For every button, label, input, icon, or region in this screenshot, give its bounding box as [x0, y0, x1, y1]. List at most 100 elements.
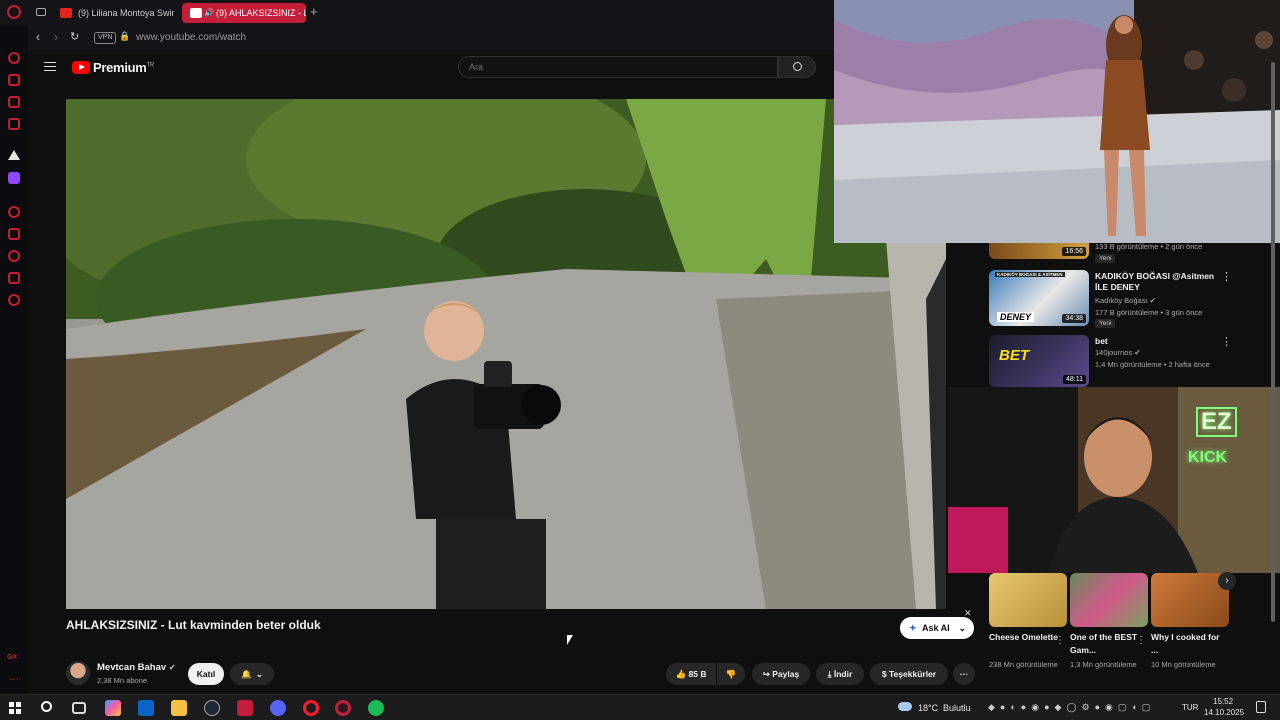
- crypto-wallet-icon[interactable]: [8, 74, 20, 86]
- thumbnail-header: KADIKÖY BOĞASI & ASİTMEN: [995, 272, 1065, 277]
- thumbs-up-icon: 👍: [675, 669, 687, 679]
- video-thumbnail[interactable]: BET 48:11: [989, 335, 1089, 387]
- player-icon[interactable]: [8, 206, 20, 218]
- settings-gear-icon[interactable]: [8, 294, 20, 306]
- pinboard-icon[interactable]: [8, 228, 20, 240]
- weather-temp[interactable]: 18°C: [918, 703, 938, 713]
- channel-avatar[interactable]: [66, 661, 90, 685]
- runway-stream-overlay: [834, 0, 1280, 243]
- share-button[interactable]: ↪ Paylaş: [752, 663, 810, 685]
- start-windows-icon[interactable]: [9, 702, 21, 714]
- notification-bell-button[interactable]: 🔔 ⌄: [230, 663, 274, 685]
- webcam-overlay: EZ KICK: [948, 387, 1280, 573]
- weather-desc[interactable]: Bulutlu: [943, 703, 971, 713]
- tab-liliana-montoya[interactable]: (9) Liliana Montoya Swim: [52, 3, 174, 23]
- hamburger-menu-icon[interactable]: [44, 62, 56, 71]
- short-title[interactable]: One of the BEST Gam...: [1070, 631, 1140, 657]
- thumbnail-text: DENEY: [997, 312, 1035, 322]
- short-title[interactable]: Why I cooked for ...: [1151, 631, 1221, 657]
- task-view-icon[interactable]: [72, 702, 86, 714]
- clock-date[interactable]: 14.10.2025: [1204, 708, 1244, 717]
- download-button[interactable]: ⤓ İndir: [816, 663, 864, 685]
- clock-time[interactable]: 15:52: [1213, 697, 1233, 706]
- speaker-icon[interactable]: 🔊: [204, 3, 214, 23]
- weather-icon[interactable]: [898, 702, 912, 711]
- search-icon: [793, 62, 802, 71]
- back-icon[interactable]: ‹: [36, 30, 40, 44]
- short-views: 238 Mn görüntüleme: [989, 660, 1058, 669]
- more-options-icon[interactable]: ⋮: [1221, 335, 1232, 348]
- video-title[interactable]: KADIKÖY BOĞASI @Asitmen İLE DENEY: [1095, 271, 1215, 293]
- more-options-icon[interactable]: ⋮: [1055, 635, 1065, 646]
- youtube-tab-icon: [190, 8, 202, 18]
- vpn-badge[interactable]: VPN: [94, 32, 117, 44]
- like-button[interactable]: 👍 85 B: [666, 663, 716, 685]
- video-title[interactable]: bet: [1095, 336, 1215, 347]
- url-field[interactable]: www.youtube.com/watch: [136, 32, 246, 43]
- tab-overview-icon[interactable]: [36, 8, 46, 16]
- channel-name[interactable]: Mevtcan Bahav ✔: [97, 662, 176, 673]
- search-input[interactable]: [458, 56, 778, 78]
- opera-gx-icon[interactable]: [335, 700, 351, 716]
- short-thumbnail[interactable]: [989, 573, 1067, 627]
- video-thumbnail[interactable]: KADIKÖY BOĞASI & ASİTMEN DENEY 34:38: [989, 270, 1089, 326]
- opera-logo-icon[interactable]: [7, 5, 21, 19]
- short-thumbnail[interactable]: [1070, 573, 1148, 627]
- search-button[interactable]: [778, 56, 816, 78]
- recommended-video-3[interactable]: BET 48:11 bet 140journos ✔ 1,4 Mn görünt…: [989, 335, 1232, 387]
- thumbnail-text: BET: [999, 347, 1029, 364]
- scrollbar-thumb[interactable]: [1271, 62, 1275, 622]
- copilot-icon[interactable]: [105, 700, 121, 716]
- channel-name[interactable]: 140journos ✔: [1095, 348, 1141, 357]
- ask-ai-button[interactable]: ✦ Ask AI ⌄: [900, 617, 974, 639]
- aria-icon[interactable]: [8, 52, 20, 64]
- youtube-logo-icon: [72, 61, 90, 74]
- shorts-next-arrow-icon[interactable]: ›: [1218, 572, 1236, 590]
- windows-taskbar: 18°C Bulutlu ◆●◐●◉●◆◯⚙●◉▢◖▢ TUR 15:52 14…: [0, 694, 1280, 720]
- video-player[interactable]: [66, 99, 946, 609]
- forward-icon[interactable]: ›: [54, 30, 58, 44]
- thanks-icon: $: [881, 669, 887, 679]
- neon-ez-sign: EZ: [1196, 407, 1237, 437]
- short-title[interactable]: Cheese Omelette: [989, 631, 1059, 644]
- chevron-down-icon: ⌄: [958, 623, 966, 633]
- youtube-premium-logo[interactable]: PremiumTR: [72, 60, 154, 75]
- share-icon: ↪: [762, 669, 770, 679]
- bell-icon: 🔔: [241, 669, 252, 679]
- more-options-icon[interactable]: ⋮: [1221, 270, 1232, 283]
- gx-icon[interactable]: GX: [7, 654, 17, 661]
- spotify-icon[interactable]: [368, 700, 384, 716]
- lock-icon: 🔒: [119, 31, 131, 41]
- recommended-video-2[interactable]: KADIKÖY BOĞASI & ASİTMEN DENEY 34:38 KAD…: [989, 270, 1232, 330]
- join-button[interactable]: Katıl: [188, 663, 224, 685]
- thumbs-down-icon: 👎: [725, 669, 737, 679]
- send-icon[interactable]: [8, 272, 20, 284]
- more-icon[interactable]: ···: [9, 674, 19, 685]
- mail-icon[interactable]: [8, 118, 20, 130]
- outlook-icon[interactable]: [138, 700, 154, 716]
- dislike-button[interactable]: 👎: [717, 663, 745, 685]
- history-icon[interactable]: [8, 250, 20, 262]
- twitch-icon[interactable]: [8, 172, 20, 184]
- tray-icons[interactable]: ◆●◐●◉●◆◯⚙●◉▢◖▢: [988, 702, 1155, 713]
- new-tab-button[interactable]: +: [310, 4, 318, 19]
- aria-triangle-icon[interactable]: [8, 150, 20, 160]
- more-options-icon[interactable]: ⋮: [1136, 635, 1146, 646]
- more-actions-button[interactable]: ···: [953, 663, 975, 685]
- tab-ahlaksizsiniz[interactable]: 🔊 (9) AHLAKSIZSINIZ - L: [182, 3, 306, 23]
- channel-name[interactable]: Kadıköy Boğası ✔: [1095, 296, 1156, 305]
- discord-icon[interactable]: [270, 700, 286, 716]
- new-badge: Yeni: [1095, 319, 1116, 328]
- reload-icon[interactable]: ↻: [70, 30, 79, 43]
- steam-icon[interactable]: [204, 700, 220, 716]
- page-scrollbar[interactable]: [1271, 52, 1277, 688]
- thanks-button[interactable]: $ Teşekkürler: [870, 663, 948, 685]
- short-views: 1,3 Mn görüntüleme: [1070, 660, 1137, 669]
- notification-icon[interactable]: [1256, 701, 1266, 713]
- messenger-icon[interactable]: [8, 96, 20, 108]
- file-explorer-icon[interactable]: [171, 700, 187, 716]
- search-icon[interactable]: [41, 701, 52, 712]
- language-indicator[interactable]: TUR: [1182, 703, 1198, 712]
- opera-icon[interactable]: [303, 700, 319, 716]
- app-news-icon[interactable]: [237, 700, 253, 716]
